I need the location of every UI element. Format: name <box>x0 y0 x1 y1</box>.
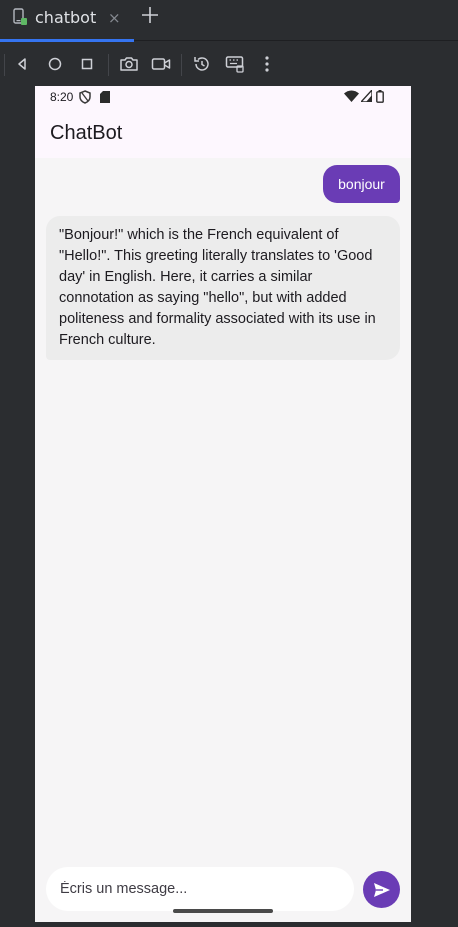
device-screen: 8:20 ChatBot bonjour "Bonjour!" which is… <box>35 86 411 922</box>
emulator-window: chatbot × 8:20 ChatBot bonjour "Bonjour!… <box>0 0 458 927</box>
app-bar: ChatBot <box>35 108 411 158</box>
status-bar: 8:20 <box>35 86 411 108</box>
user-message-bubble: bonjour <box>323 165 400 203</box>
message-input-container <box>46 867 354 911</box>
battery-icon <box>376 90 384 103</box>
rotate-icon[interactable] <box>192 54 212 74</box>
gesture-navigation-bar[interactable] <box>173 909 273 913</box>
bot-message-bubble: "Bonjour!" which is the French equivalen… <box>46 216 400 360</box>
cell-signal-icon <box>361 90 372 102</box>
page-title: ChatBot <box>50 122 123 144</box>
back-icon[interactable] <box>12 54 32 74</box>
close-icon[interactable]: × <box>108 10 121 26</box>
home-icon[interactable] <box>45 54 65 74</box>
toolbar-divider <box>4 54 5 76</box>
more-options-icon[interactable] <box>257 54 277 74</box>
toolbar-divider <box>181 54 182 76</box>
keyboard-settings-icon[interactable] <box>225 54 245 74</box>
wifi-icon <box>344 90 359 102</box>
emulator-toolbar <box>0 42 458 86</box>
tab-label: chatbot <box>35 8 97 27</box>
send-button[interactable] <box>363 871 400 908</box>
status-time: 8:20 <box>50 90 74 104</box>
tab-bar: chatbot × <box>0 0 458 42</box>
add-tab-icon[interactable] <box>140 5 160 25</box>
screenshot-icon[interactable] <box>119 54 139 74</box>
shield-icon <box>79 90 91 104</box>
sd-card-icon <box>100 91 110 103</box>
send-icon <box>372 880 392 900</box>
overview-icon[interactable] <box>77 54 97 74</box>
screen-record-icon[interactable] <box>151 54 171 74</box>
toolbar-divider <box>108 54 109 76</box>
tab-chatbot[interactable]: chatbot × <box>0 0 134 42</box>
android-device-icon <box>12 8 28 26</box>
message-input[interactable] <box>60 867 344 911</box>
